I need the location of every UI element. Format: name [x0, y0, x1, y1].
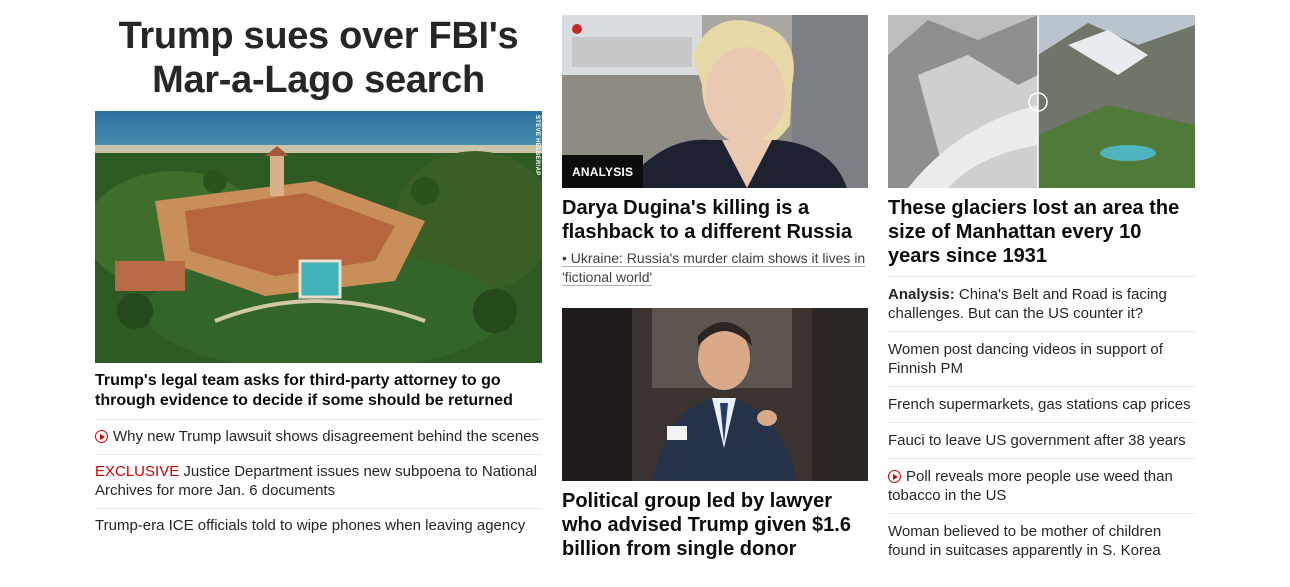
link-text: Trump-era ICE officials told to wipe pho…: [95, 517, 526, 534]
analysis-prefix: Analysis:: [888, 286, 955, 303]
lawyer-photo: [562, 308, 868, 481]
aerial-estate-image: [95, 111, 542, 363]
right-link-fauci[interactable]: Fauci to leave US government after 38 ye…: [888, 423, 1195, 459]
link-text: French supermarkets, gas stations cap pr…: [888, 396, 1191, 413]
right-link-french-prices[interactable]: French supermarkets, gas stations cap pr…: [888, 387, 1195, 423]
exclusive-label: EXCLUSIVE: [95, 463, 180, 480]
lead-link-lawsuit-video[interactable]: Why new Trump lawsuit shows disagreement…: [95, 420, 542, 455]
dugina-headline[interactable]: Darya Dugina's killing is a flashback to…: [562, 196, 868, 244]
lead-link-subpoena[interactable]: EXCLUSIVE Justice Department issues new …: [95, 455, 542, 509]
right-column: These glaciers lost an area the size of …: [888, 0, 1195, 568]
ukraine-sublink[interactable]: • Ukraine: Russia's murder claim shows i…: [562, 249, 868, 287]
link-text: Women post dancing videos in support of …: [888, 341, 1163, 377]
photo-credit: STEVE HELBER/AP: [534, 115, 540, 176]
play-video-icon: [888, 470, 901, 483]
lead-banner-headline[interactable]: Trump sues over FBI's Mar-a-Lago search: [95, 14, 542, 102]
link-text: Why new Trump lawsuit shows disagreement…: [113, 428, 540, 445]
link-text: Poll reveals more people use weed than t…: [888, 468, 1173, 504]
lead-link-ice-phones[interactable]: Trump-era ICE officials told to wipe pho…: [95, 509, 542, 543]
right-link-belt-and-road[interactable]: Analysis: China's Belt and Road is facin…: [888, 277, 1195, 332]
right-link-suitcases[interactable]: Woman believed to be mother of children …: [888, 514, 1195, 568]
play-video-icon: [95, 430, 108, 443]
analysis-label: ANALYSIS: [562, 155, 644, 188]
lead-image-mar-a-lago[interactable]: STEVE HELBER/AP: [95, 111, 542, 363]
lead-story-headline[interactable]: Trump's legal team asks for third-party …: [95, 371, 542, 420]
political-group-headline[interactable]: Political group led by lawyer who advise…: [562, 489, 868, 561]
glacier-comparison-image: [888, 15, 1195, 188]
glaciers-headline[interactable]: These glaciers lost an area the size of …: [888, 196, 1195, 277]
lead-column: Trump sues over FBI's Mar-a-Lago search: [95, 0, 542, 543]
right-link-finnish-pm[interactable]: Women post dancing videos in support of …: [888, 332, 1195, 387]
dugina-story-image[interactable]: ANALYSIS: [562, 15, 868, 188]
right-link-weed-poll[interactable]: Poll reveals more people use weed than t…: [888, 459, 1195, 514]
link-text: Woman believed to be mother of children …: [888, 523, 1162, 559]
link-text: Fauci to leave US government after 38 ye…: [888, 432, 1186, 449]
glaciers-image[interactable]: [888, 15, 1195, 188]
sublink-text: • Ukraine: Russia's murder claim shows i…: [562, 250, 866, 286]
middle-column: ANALYSIS Darya Dugina's killing is a fla…: [562, 0, 868, 561]
political-group-image[interactable]: [562, 308, 868, 481]
